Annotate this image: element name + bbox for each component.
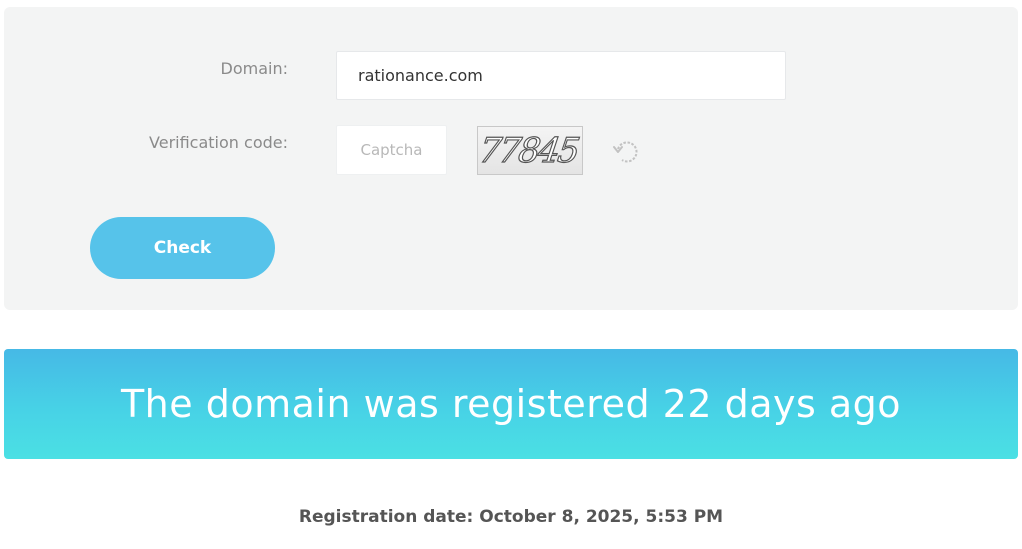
registration-date: Registration date: October 8, 2025, 5:53… [298, 507, 724, 527]
domain-input[interactable] [336, 51, 786, 100]
domain-label: Domain: [220, 59, 288, 78]
captcha-image: 77845 [477, 126, 583, 175]
refresh-captcha-button[interactable] [613, 138, 641, 166]
result-banner: The domain was registered 22 days ago [4, 349, 1018, 459]
domain-check-form: Domain: Verification code: 77845 Check [4, 7, 1018, 310]
captcha-text: 77845 [478, 131, 581, 171]
captcha-input[interactable] [336, 125, 447, 175]
registration-age-message: The domain was registered 22 days ago [120, 382, 902, 426]
check-button[interactable]: Check [90, 217, 275, 279]
refresh-icon [613, 141, 638, 163]
verification-code-label: Verification code: [149, 133, 288, 152]
